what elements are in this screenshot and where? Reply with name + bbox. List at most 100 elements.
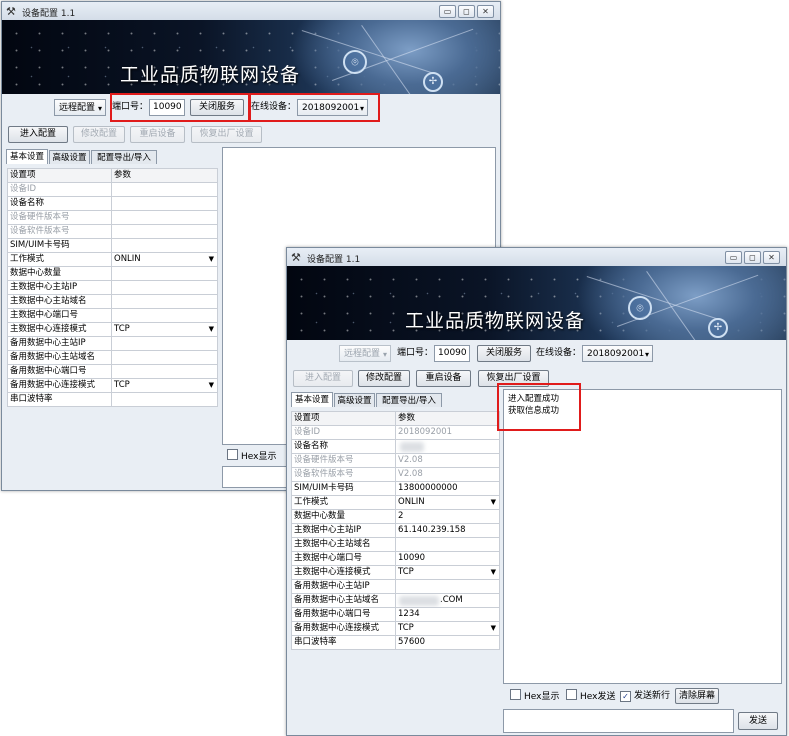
table-row[interactable]: 备用数据中心主站IP xyxy=(291,579,500,594)
hex-display-checkbox[interactable]: Hex显示 xyxy=(510,689,559,704)
setting-value[interactable] xyxy=(111,196,218,211)
table-row[interactable]: 数据中心数量 2 xyxy=(291,509,500,524)
close-button[interactable]: ✕ xyxy=(477,5,494,18)
title-bar[interactable]: ⚒ 设备配置 1.1 ▭ ◻ ✕ xyxy=(2,2,500,20)
table-row[interactable]: 主数据中心端口号 10090 xyxy=(291,551,500,566)
setting-value[interactable]: V2.08 xyxy=(395,453,500,468)
table-row[interactable]: 备用数据中心连接模式 TCP ▼ xyxy=(7,378,218,393)
setting-value[interactable] xyxy=(395,579,500,594)
enter-config-button[interactable]: 进入配置 xyxy=(8,126,68,143)
work-mode-select[interactable]: ONLIN ▼ xyxy=(395,495,500,510)
setting-value[interactable] xyxy=(111,266,218,281)
backup-connection-mode-select[interactable]: TCP ▼ xyxy=(111,378,218,393)
table-row[interactable]: 设备名称 xyxy=(7,196,218,211)
table-row[interactable]: 设备名称 xyxy=(291,439,500,454)
backup-connection-mode-select[interactable]: TCP ▼ xyxy=(395,621,500,636)
setting-value[interactable]: .COM xyxy=(395,593,500,608)
mode-select[interactable]: 远程配置 ▾ xyxy=(339,345,391,362)
hex-send-checkbox[interactable]: Hex发送 xyxy=(566,689,615,704)
minimize-button[interactable]: ▭ xyxy=(725,251,742,264)
table-row[interactable]: 设备硬件版本号 V2.08 xyxy=(291,453,500,468)
setting-value[interactable]: 2 xyxy=(395,509,500,524)
setting-name: 设备硬件版本号 xyxy=(291,453,396,468)
tab-advanced-settings[interactable]: 高级设置 xyxy=(334,393,375,407)
setting-value[interactable] xyxy=(111,238,218,253)
setting-value[interactable] xyxy=(111,210,218,225)
modify-config-button[interactable]: 修改配置 xyxy=(358,370,410,387)
log-pane[interactable]: 进入配置成功 获取信息成功 xyxy=(503,389,782,684)
setting-value[interactable] xyxy=(395,439,500,454)
table-row[interactable]: 工作模式 ONLIN ▼ xyxy=(291,495,500,510)
table-row[interactable]: 设备硬件版本号 xyxy=(7,210,218,225)
restart-device-button[interactable]: 重启设备 xyxy=(416,370,471,387)
table-row[interactable]: 备用数据中心连接模式 TCP ▼ xyxy=(291,621,500,636)
mode-select[interactable]: 远程配置 ▾ xyxy=(54,99,106,116)
setting-value[interactable]: V2.08 xyxy=(395,467,500,482)
send-newline-checkbox[interactable]: ✓ 发送新行 xyxy=(620,689,670,703)
port-input[interactable]: 10090 xyxy=(434,345,470,362)
setting-value[interactable]: 57600 xyxy=(395,635,500,650)
table-row[interactable]: 主数据中心端口号 xyxy=(7,308,218,323)
hex-display-checkbox[interactable]: Hex显示 xyxy=(227,449,276,464)
setting-value[interactable] xyxy=(111,224,218,239)
setting-value[interactable]: 2018092001 xyxy=(395,425,500,440)
table-row[interactable]: 主数据中心主站域名 xyxy=(291,537,500,552)
close-service-button[interactable]: 关闭服务 xyxy=(477,345,531,362)
online-device-select[interactable]: 2018092001 ▾ xyxy=(582,345,653,362)
title-bar[interactable]: ⚒ 设备配置 1.1 ▭ ◻ ✕ xyxy=(287,248,786,266)
main-connection-mode-select[interactable]: TCP ▼ xyxy=(395,565,500,580)
setting-value[interactable]: 1234 xyxy=(395,607,500,622)
setting-value[interactable] xyxy=(111,294,218,309)
table-row[interactable]: 设备软件版本号 V2.08 xyxy=(291,467,500,482)
maximize-button[interactable]: ◻ xyxy=(744,251,761,264)
setting-value[interactable] xyxy=(111,308,218,323)
setting-value[interactable] xyxy=(111,392,218,407)
close-button[interactable]: ✕ xyxy=(763,251,780,264)
send-button[interactable]: 发送 xyxy=(738,712,778,730)
setting-value[interactable] xyxy=(395,537,500,552)
table-row[interactable]: 主数据中心连接模式 TCP ▼ xyxy=(291,565,500,580)
table-row[interactable]: 数据中心数量 xyxy=(7,266,218,281)
table-row[interactable]: 备用数据中心主站IP xyxy=(7,336,218,351)
table-row[interactable]: 串口波特率 57600 xyxy=(291,635,500,650)
table-row[interactable]: 工作模式 ONLIN ▼ xyxy=(7,252,218,267)
clear-screen-button[interactable]: 清除屏幕 xyxy=(675,688,719,704)
table-row[interactable]: 主数据中心主站域名 xyxy=(7,294,218,309)
setting-value[interactable]: 10090 xyxy=(395,551,500,566)
checkbox-box xyxy=(510,689,521,700)
send-input[interactable] xyxy=(503,709,734,733)
table-row[interactable]: 备用数据中心端口号 xyxy=(7,364,218,379)
table-row[interactable]: 串口波特率 xyxy=(7,392,218,407)
table-row[interactable]: 主数据中心连接模式 TCP ▼ xyxy=(7,322,218,337)
modify-config-button[interactable]: 修改配置 xyxy=(73,126,125,143)
minimize-button[interactable]: ▭ xyxy=(439,5,456,18)
tab-export-import[interactable]: 配置导出/导入 xyxy=(91,150,157,164)
table-row[interactable]: 设备ID 2018092001 xyxy=(291,425,500,440)
tab-advanced-settings[interactable]: 高级设置 xyxy=(49,150,90,164)
table-row[interactable]: 主数据中心主站IP xyxy=(7,280,218,295)
setting-value[interactable]: 13800000000 xyxy=(395,481,500,496)
setting-value[interactable] xyxy=(111,350,218,365)
table-row[interactable]: SIM/UIM卡号码 xyxy=(7,238,218,253)
table-row[interactable]: 主数据中心主站IP 61.140.239.158 xyxy=(291,523,500,538)
tab-basic-settings[interactable]: 基本设置 xyxy=(291,392,333,407)
enter-config-button[interactable]: 进入配置 xyxy=(293,370,353,387)
table-row[interactable]: 备用数据中心主站域名 xyxy=(7,350,218,365)
setting-value[interactable] xyxy=(111,280,218,295)
table-row[interactable]: 备用数据中心端口号 1234 xyxy=(291,607,500,622)
maximize-button[interactable]: ◻ xyxy=(458,5,475,18)
main-connection-mode-select[interactable]: TCP ▼ xyxy=(111,322,218,337)
table-row[interactable]: 设备ID xyxy=(7,182,218,197)
restart-device-button[interactable]: 重启设备 xyxy=(130,126,185,143)
table-row[interactable]: 备用数据中心主站域名 .COM xyxy=(291,593,500,608)
setting-value[interactable]: 61.140.239.158 xyxy=(395,523,500,538)
setting-value[interactable] xyxy=(111,364,218,379)
table-row[interactable]: SIM/UIM卡号码 13800000000 xyxy=(291,481,500,496)
tab-basic-settings[interactable]: 基本设置 xyxy=(6,149,48,164)
tab-export-import[interactable]: 配置导出/导入 xyxy=(376,393,442,407)
table-row[interactable]: 设备软件版本号 xyxy=(7,224,218,239)
factory-reset-button[interactable]: 恢复出厂设置 xyxy=(191,126,262,143)
setting-value[interactable] xyxy=(111,182,218,197)
setting-value[interactable] xyxy=(111,336,218,351)
work-mode-select[interactable]: ONLIN ▼ xyxy=(111,252,218,267)
